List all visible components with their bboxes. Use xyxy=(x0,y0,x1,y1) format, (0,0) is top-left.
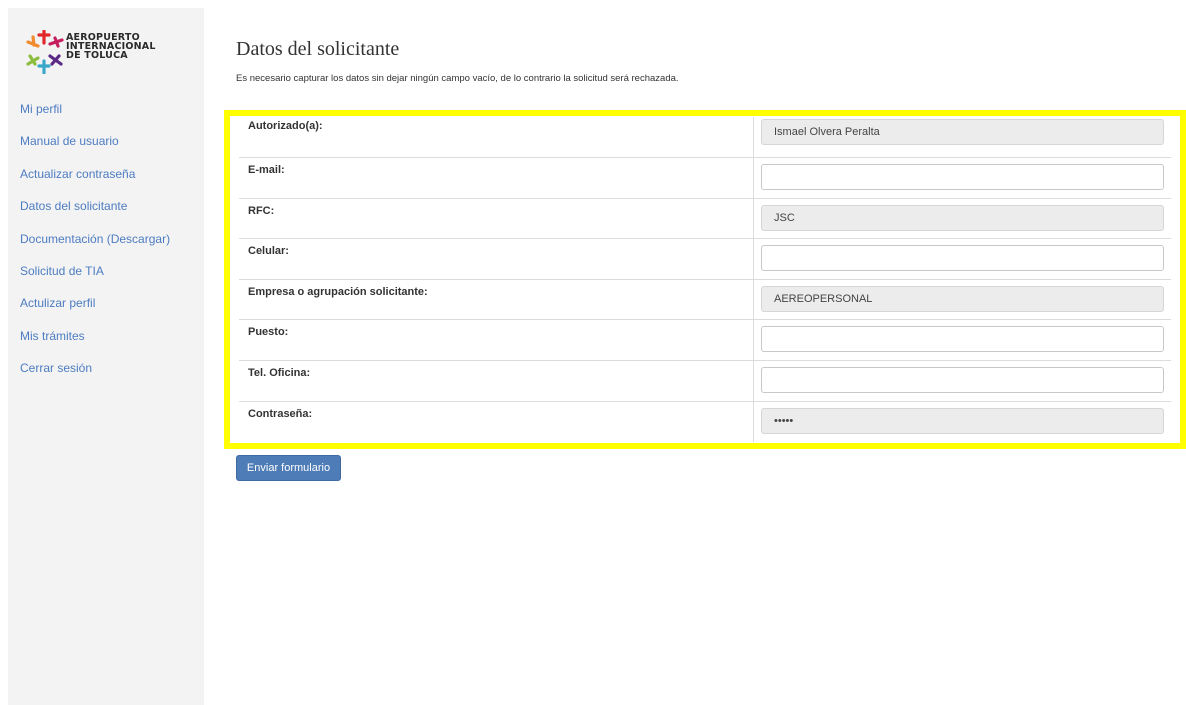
sidebar-item-datos-solicitante: Datos del solicitante xyxy=(20,197,170,229)
logo-text: AEROPUERTO INTERNACIONAL DE TOLUCA xyxy=(66,33,156,61)
sidebar-item-actualizar-contrasena: Actualizar contraseña xyxy=(20,165,170,197)
form-row-empresa: Empresa o agrupación solicitante: xyxy=(239,278,1171,321)
form-row-celular: Celular: xyxy=(239,238,1171,280)
field-cell-rfc xyxy=(753,197,1171,240)
sidebar-link-cerrar-sesion[interactable]: Cerrar sesión xyxy=(20,361,92,375)
sidebar-nav: Mi perfil Manual de usuario Actualizar c… xyxy=(20,100,170,392)
form-row-email: E-mail: xyxy=(239,157,1171,199)
sidebar-link-solicitud-tia[interactable]: Solicitud de TIA xyxy=(20,264,104,278)
sidebar-link-mi-perfil[interactable]: Mi perfil xyxy=(20,102,62,116)
field-cell-tel-oficina xyxy=(753,360,1171,402)
sidebar-link-manual[interactable]: Manual de usuario xyxy=(20,134,119,148)
field-label-puesto: Puesto: xyxy=(239,319,754,362)
page: AEROPUERTO INTERNACIONAL DE TOLUCA Mi pe… xyxy=(0,0,1186,705)
airport-logo-icon xyxy=(26,30,64,74)
sidebar-item-manual: Manual de usuario xyxy=(20,132,170,164)
email-input[interactable] xyxy=(761,164,1164,191)
autorizado-input[interactable] xyxy=(761,119,1164,145)
sidebar-link-actulizar-perfil[interactable]: Actulizar perfil xyxy=(20,296,95,310)
field-label-tel-oficina: Tel. Oficina: xyxy=(239,360,754,402)
applicant-form-table: Autorizado(a): E-mail: RFC: Celular: xyxy=(239,117,1171,442)
celular-input[interactable] xyxy=(761,245,1164,272)
field-cell-email xyxy=(753,157,1171,199)
field-label-contrasena: Contraseña: xyxy=(239,400,754,442)
sidebar-item-cerrar-sesion: Cerrar sesión xyxy=(20,359,170,391)
field-cell-empresa xyxy=(753,278,1171,321)
empresa-input[interactable] xyxy=(761,285,1164,312)
form-row-tel-oficina: Tel. Oficina: xyxy=(239,360,1171,402)
field-label-empresa: Empresa o agrupación solicitante: xyxy=(239,278,754,321)
rfc-input[interactable] xyxy=(761,204,1164,231)
form-row-contrasena: Contraseña: xyxy=(239,400,1171,442)
field-cell-autorizado xyxy=(753,117,1171,159)
form-row-rfc: RFC: xyxy=(239,197,1171,240)
sidebar-item-mis-tramites: Mis trámites xyxy=(20,327,170,359)
contrasena-input[interactable] xyxy=(761,407,1164,434)
field-cell-celular xyxy=(753,238,1171,280)
tel-oficina-input[interactable] xyxy=(761,367,1164,394)
submit-form-button[interactable]: Enviar formulario xyxy=(236,455,341,481)
sidebar-item-documentacion: Documentación (Descargar) xyxy=(20,230,170,262)
sidebar-item-solicitud-tia: Solicitud de TIA xyxy=(20,262,170,294)
sidebar-link-documentacion[interactable]: Documentación (Descargar) xyxy=(20,232,170,246)
applicant-form-highlight: Autorizado(a): E-mail: RFC: Celular: xyxy=(224,110,1186,449)
field-label-celular: Celular: xyxy=(239,238,754,280)
logo-line-3: DE TOLUCA xyxy=(66,50,128,61)
page-title: Datos del solicitante xyxy=(236,38,400,60)
field-label-email: E-mail: xyxy=(239,157,754,199)
airport-logo[interactable]: AEROPUERTO INTERNACIONAL DE TOLUCA xyxy=(26,30,176,76)
sidebar-link-actualizar-contrasena[interactable]: Actualizar contraseña xyxy=(20,167,135,181)
sidebar-link-mis-tramites[interactable]: Mis trámites xyxy=(20,329,85,343)
form-row-autorizado: Autorizado(a): xyxy=(239,117,1171,159)
field-cell-puesto xyxy=(753,319,1171,362)
page-subtitle: Es necesario capturar los datos sin deja… xyxy=(236,73,679,84)
sidebar-item-actulizar-perfil: Actulizar perfil xyxy=(20,294,170,326)
sidebar-item-mi-perfil: Mi perfil xyxy=(20,100,170,132)
field-label-rfc: RFC: xyxy=(239,197,754,240)
field-label-autorizado: Autorizado(a): xyxy=(239,117,754,159)
field-cell-contrasena xyxy=(753,400,1171,442)
puesto-input[interactable] xyxy=(761,326,1164,353)
sidebar-link-datos-solicitante[interactable]: Datos del solicitante xyxy=(20,199,127,213)
sidebar: AEROPUERTO INTERNACIONAL DE TOLUCA Mi pe… xyxy=(8,8,204,705)
form-row-puesto: Puesto: xyxy=(239,319,1171,362)
